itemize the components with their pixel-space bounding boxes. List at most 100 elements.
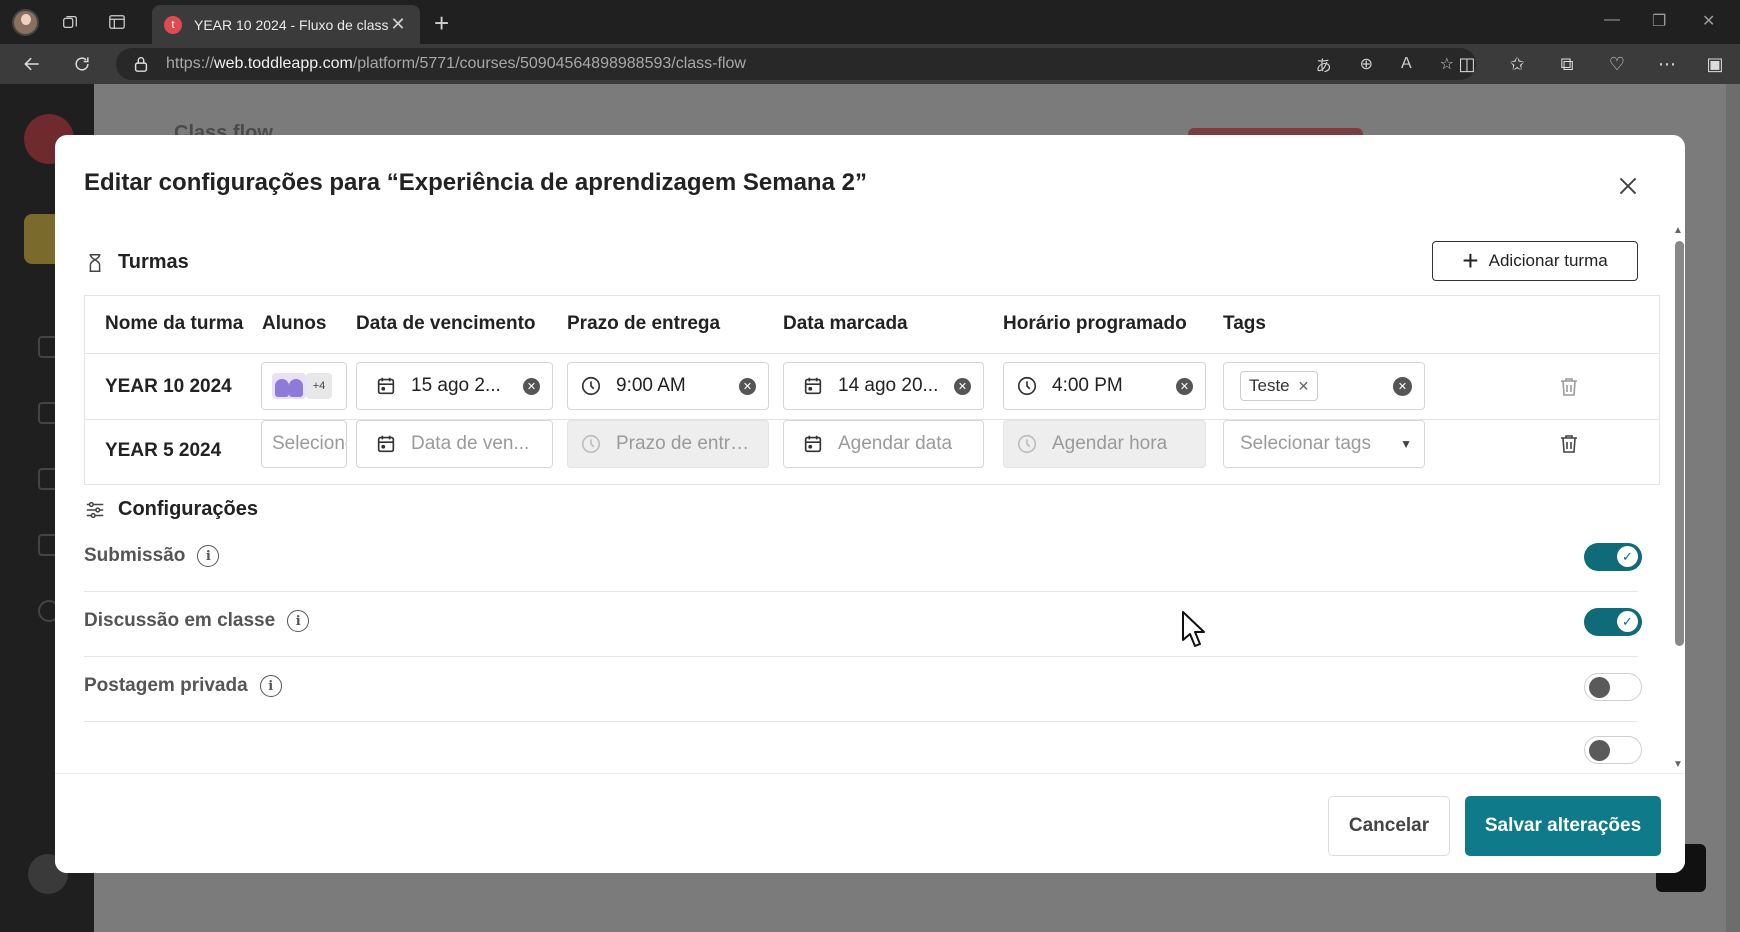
restore-icon[interactable]: ❐	[1652, 11, 1666, 31]
calendar-icon	[804, 435, 822, 453]
window-close-icon[interactable]: ✕	[1702, 11, 1715, 31]
zoom-icon[interactable]: ⊕	[1360, 54, 1373, 74]
minimize-icon[interactable]: —	[1604, 11, 1620, 29]
read-aloud-icon[interactable]: A	[1401, 55, 1412, 73]
tab-actions-icon[interactable]	[107, 12, 127, 32]
scheduled-date-field[interactable]: Agendar data	[783, 420, 984, 468]
calendar-icon	[804, 377, 822, 395]
add-class-button[interactable]: + Adicionar turma	[1432, 241, 1638, 281]
setting-label: Discussão em classe i	[84, 610, 310, 632]
remove-tag-icon[interactable]: ✕	[1298, 378, 1310, 395]
column-header: Tags	[1223, 313, 1266, 334]
settings-section-heading: Configurações	[84, 498, 258, 521]
lock-icon	[134, 57, 148, 72]
due-date-field[interactable]: 15 ago 2... ✕	[356, 362, 553, 410]
active-tab[interactable]: t YEAR 10 2024 - Fluxo de classe ✕	[152, 5, 420, 44]
clear-icon[interactable]: ✕	[523, 377, 540, 395]
table-row: YEAR 5 2024 Selecione Data de ven... Pra…	[85, 420, 1659, 486]
modal-scrollbar[interactable]: ▲ ▼	[1672, 225, 1684, 773]
save-changes-button[interactable]: Salvar alterações	[1465, 796, 1661, 856]
sliders-icon	[86, 501, 104, 518]
workspaces-icon[interactable]	[60, 12, 80, 32]
back-icon[interactable]	[20, 52, 44, 76]
clear-icon[interactable]: ✕	[1176, 377, 1193, 395]
clear-icon[interactable]: ✕	[739, 377, 756, 395]
deadline-field: Prazo de entrega	[567, 420, 769, 468]
clock-icon	[1017, 434, 1037, 454]
mouse-cursor-icon	[1182, 611, 1205, 647]
setting-label: Submissão i	[84, 545, 220, 567]
new-tab-button[interactable]: +	[434, 8, 449, 39]
calendar-icon	[377, 435, 395, 453]
info-icon[interactable]: i	[197, 545, 220, 567]
due-date-field[interactable]: Data de ven...	[356, 420, 553, 468]
partial-toggle[interactable]	[1584, 736, 1642, 764]
classes-table: Nome da turma Alunos Data de vencimento …	[84, 295, 1660, 485]
clock-icon	[581, 434, 601, 454]
column-header: Alunos	[262, 313, 327, 334]
scheduled-date-field[interactable]: 14 ago 20... ✕	[783, 362, 984, 410]
hourglass-icon	[89, 253, 101, 272]
plus-icon: +	[1462, 245, 1479, 276]
page-scrollbar[interactable]	[1726, 84, 1740, 932]
clear-icon[interactable]: ✕	[1393, 376, 1412, 396]
class-discussion-toggle[interactable]: ✓	[1584, 608, 1642, 636]
check-icon: ✓	[1617, 611, 1638, 632]
setting-row-submission: Submissão i ✓	[84, 527, 1642, 592]
profile-avatar[interactable]	[12, 9, 39, 36]
submission-toggle[interactable]: ✓	[1584, 543, 1642, 571]
column-header: Prazo de entrega	[567, 313, 721, 334]
scroll-up-icon[interactable]: ▲	[1673, 225, 1683, 236]
tags-select[interactable]: Selecionar tags ▼	[1223, 420, 1425, 468]
collections-icon[interactable]: ⧉	[1555, 52, 1579, 76]
column-header: Data marcada	[783, 313, 908, 334]
clock-icon	[581, 376, 601, 396]
close-tab-icon[interactable]: ✕	[388, 14, 408, 35]
address-bar-row: https://web.toddleapp.com/platform/5771/…	[0, 44, 1740, 84]
setting-row-class-discussion: Discussão em classe i ✓	[84, 592, 1642, 657]
calendar-icon	[377, 377, 395, 395]
tags-field[interactable]: Teste ✕ ✕	[1223, 362, 1425, 410]
close-icon[interactable]	[1615, 173, 1641, 199]
browser-tab-bar: t YEAR 10 2024 - Fluxo de classe ✕ + — ❐…	[0, 0, 1740, 44]
column-header: Horário programado	[1003, 313, 1187, 334]
info-icon[interactable]: i	[259, 675, 282, 697]
favorites-icon[interactable]: ✩	[1505, 52, 1529, 76]
caret-down-icon: ▼	[1400, 437, 1412, 451]
modal-footer: Cancelar Salvar alterações	[55, 773, 1685, 873]
toddle-favicon-icon: t	[164, 15, 182, 34]
refresh-icon[interactable]	[70, 52, 94, 76]
cancel-button[interactable]: Cancelar	[1328, 796, 1450, 856]
scheduled-time-field[interactable]: 4:00 PM ✕	[1003, 362, 1206, 410]
students-avatar-icon	[272, 373, 306, 399]
scrollbar-thumb[interactable]	[1675, 241, 1684, 646]
edit-settings-modal: Editar configurações para “Experiência d…	[55, 135, 1685, 873]
modal-title: Editar configurações para “Experiência d…	[84, 169, 867, 196]
clear-icon[interactable]: ✕	[954, 377, 971, 395]
sidebar-toggle-icon[interactable]: ▣	[1703, 52, 1727, 76]
more-menu-icon[interactable]: ⋯	[1655, 52, 1679, 76]
url-text: https://web.toddleapp.com/platform/5771/…	[166, 55, 746, 72]
read-aloud-translate-icon[interactable]: あ	[1316, 52, 1332, 76]
more-students-badge: +4	[306, 373, 332, 399]
column-header: Data de vencimento	[356, 313, 536, 334]
clock-icon	[1017, 376, 1037, 396]
column-header: Nome da turma	[105, 313, 244, 334]
url-field[interactable]: https://web.toddleapp.com/platform/5771/…	[116, 48, 1476, 80]
info-icon[interactable]: i	[287, 610, 310, 632]
deadline-field[interactable]: 9:00 AM ✕	[567, 362, 769, 410]
browser-essentials-icon[interactable]: ♡	[1605, 52, 1629, 76]
students-selector[interactable]: Selecione	[261, 420, 347, 468]
trash-icon[interactable]	[1557, 431, 1581, 457]
scroll-down-icon[interactable]: ▼	[1673, 759, 1683, 770]
favorite-star-icon[interactable]: ☆	[1440, 54, 1454, 74]
scheduled-time-field: Agendar hora	[1003, 420, 1206, 468]
tag-chip: Teste ✕	[1240, 371, 1319, 401]
modal-body[interactable]: Turmas + Adicionar turma Nome da turma A…	[55, 225, 1685, 773]
private-post-toggle[interactable]	[1584, 673, 1642, 701]
setting-label: Postagem privada i	[84, 675, 282, 697]
split-screen-icon[interactable]: ◫	[1455, 52, 1479, 76]
table-header: Nome da turma Alunos Data de vencimento …	[85, 296, 1659, 354]
students-selector[interactable]: +4	[261, 362, 347, 410]
trash-icon[interactable]	[1557, 374, 1581, 400]
